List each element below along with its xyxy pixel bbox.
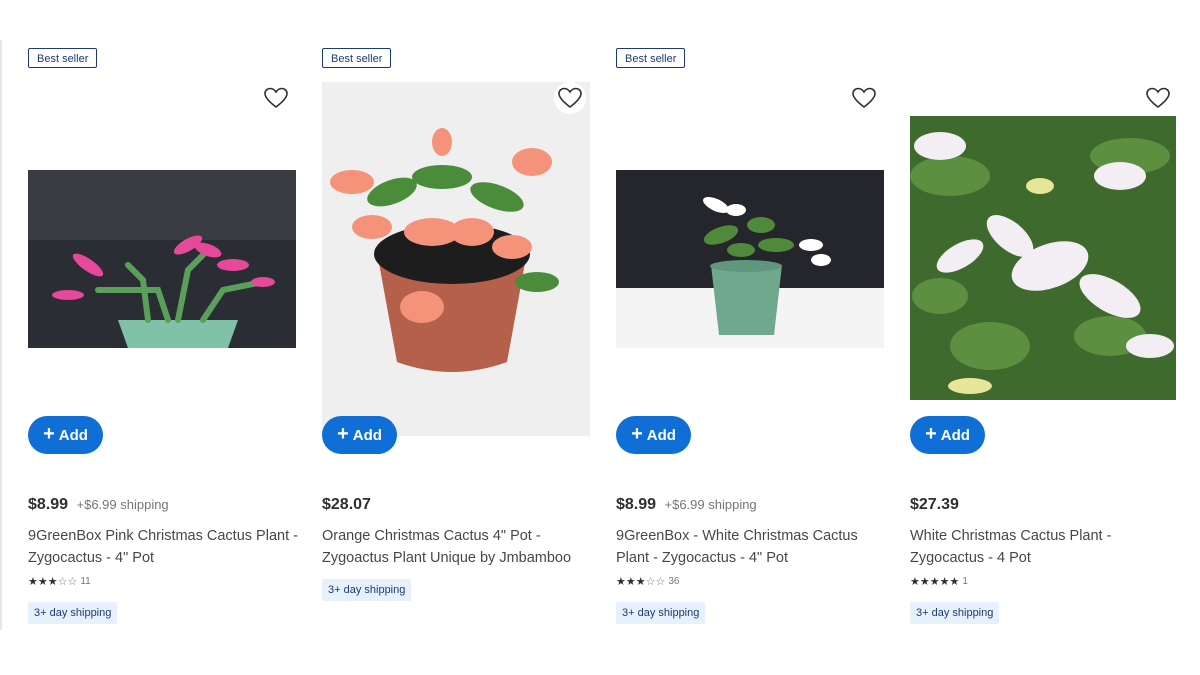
best-seller-badge: Best seller (322, 48, 392, 68)
product-image[interactable] (28, 170, 296, 348)
add-to-cart-button[interactable]: + Add (910, 416, 985, 454)
best-seller-badge: Best seller (616, 48, 686, 68)
add-label: Add (646, 426, 676, 444)
shipping-tag: 3+ day shipping (28, 602, 118, 624)
shipping-tag: 3+ day shipping (910, 602, 1000, 624)
plus-icon: + (925, 423, 937, 445)
favorite-heart-icon[interactable] (260, 82, 292, 114)
price: $8.99 (616, 496, 657, 513)
plus-icon: + (631, 423, 643, 445)
product-title[interactable]: 9GreenBox Pink Christmas Cactus Plant - … (28, 525, 300, 569)
divider (0, 40, 2, 630)
price-row: $8.99 +$6.99 shipping (28, 496, 169, 514)
price: $8.99 (28, 496, 69, 513)
shipping-tag: 3+ day shipping (616, 602, 706, 624)
product-card-4[interactable]: + Add $27.39 White Christmas Cactus Plan… (910, 0, 1180, 675)
price: $28.07 (322, 496, 371, 513)
product-image[interactable] (910, 116, 1176, 400)
star-rating-icon: ★★★☆☆ (616, 576, 666, 588)
best-seller-badge: Best seller (28, 48, 98, 68)
rating-count: 11 (80, 576, 91, 587)
price: $27.39 (910, 496, 959, 513)
add-label: Add (352, 426, 382, 444)
star-rating-icon: ★★★☆☆ (28, 576, 78, 588)
product-card-2[interactable]: Best seller + Add $28.07 Orange Christma… (322, 0, 592, 675)
price-row: $8.99 +$6.99 shipping (616, 496, 757, 514)
shipping-tag: 3+ day shipping (322, 579, 412, 601)
add-label: Add (58, 426, 88, 444)
rating: ★★★★★ 1 (910, 575, 968, 588)
plus-icon: + (337, 423, 349, 445)
price-row: $28.07 (322, 496, 371, 514)
product-card-1[interactable]: Best seller + Add $8.99 +$6.99 shipping … (28, 0, 298, 675)
shipping-cost: +$6.99 shipping (664, 497, 757, 512)
add-to-cart-button[interactable]: + Add (616, 416, 691, 454)
product-title[interactable]: 9GreenBox - White Christmas Cactus Plant… (616, 525, 888, 569)
add-to-cart-button[interactable]: + Add (322, 416, 397, 454)
add-label: Add (940, 426, 970, 444)
product-image[interactable] (322, 82, 590, 436)
star-rating-icon: ★★★★★ (910, 576, 960, 588)
favorite-heart-icon[interactable] (848, 82, 880, 114)
plus-icon: + (43, 423, 55, 445)
price-row: $27.39 (910, 496, 959, 514)
product-title[interactable]: White Christmas Cactus Plant - Zygocactu… (910, 525, 1182, 569)
rating-count: 1 (962, 576, 968, 587)
rating: ★★★☆☆ 11 (28, 575, 91, 588)
product-title[interactable]: Orange Christmas Cactus 4" Pot - Zygoact… (322, 525, 594, 569)
rating: ★★★☆☆ 36 (616, 575, 679, 588)
product-card-3[interactable]: Best seller + Add $8.99 +$6.99 shipping … (616, 0, 886, 675)
product-image[interactable] (616, 170, 884, 348)
favorite-heart-icon[interactable] (554, 82, 586, 114)
shipping-cost: +$6.99 shipping (76, 497, 169, 512)
rating-count: 36 (668, 576, 680, 587)
favorite-heart-icon[interactable] (1142, 82, 1174, 114)
add-to-cart-button[interactable]: + Add (28, 416, 103, 454)
